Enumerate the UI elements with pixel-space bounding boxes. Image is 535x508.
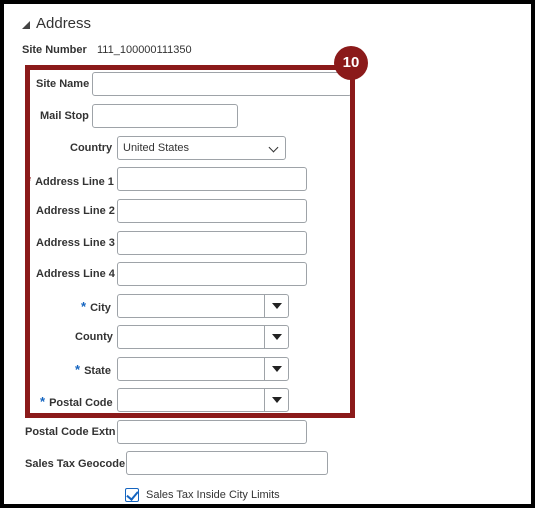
- mail-stop-input[interactable]: [92, 104, 238, 128]
- address-line-3-label: Address Line 3: [36, 237, 115, 249]
- required-marker: *: [75, 362, 81, 377]
- required-marker: *: [81, 299, 87, 314]
- callout-badge: 10: [334, 46, 368, 80]
- sales-tax-geocode-input[interactable]: [126, 451, 328, 475]
- city-label: * City: [81, 299, 111, 314]
- required-marker: *: [40, 394, 46, 409]
- state-label: * State: [75, 362, 111, 377]
- address-line-2-input[interactable]: [117, 199, 307, 223]
- mail-stop-label: Mail Stop: [40, 110, 89, 122]
- section-header-address[interactable]: Address: [22, 15, 91, 32]
- country-selected-value: United States: [123, 142, 190, 154]
- sales-tax-inside-city-limits-label: Sales Tax Inside City Limits: [146, 489, 280, 501]
- site-number-label: Site Number: [22, 44, 87, 56]
- postal-code-combobox[interactable]: [117, 388, 289, 412]
- sales-tax-geocode-label: Sales Tax Geocode: [25, 458, 126, 470]
- dropdown-arrow-icon[interactable]: [264, 389, 288, 411]
- address-line-1-input[interactable]: [117, 167, 307, 191]
- address-panel: Address Site Number 111_100000111350 Sit…: [0, 0, 535, 508]
- county-label: County: [75, 331, 113, 343]
- required-marker: *: [26, 173, 32, 188]
- site-number-value: 111_100000111350: [97, 44, 192, 56]
- dropdown-arrow-icon[interactable]: [264, 295, 288, 317]
- dropdown-arrow-icon[interactable]: [264, 358, 288, 380]
- address-line-2-label: Address Line 2: [36, 205, 115, 217]
- country-label: Country: [70, 142, 113, 154]
- sales-tax-inside-city-limits-checkbox[interactable]: [125, 488, 139, 502]
- address-line-3-input[interactable]: [117, 231, 307, 255]
- country-select[interactable]: United States: [117, 136, 286, 160]
- dropdown-arrow-icon[interactable]: [264, 326, 288, 348]
- postal-code-extn-label: Postal Code Extn: [25, 426, 116, 438]
- city-combobox[interactable]: [117, 294, 289, 318]
- postal-code-label: * Postal Code: [40, 394, 113, 409]
- section-title: Address: [36, 15, 92, 32]
- chevron-down-icon: [268, 142, 279, 153]
- address-line-1-label: * Address Line 1: [26, 173, 114, 188]
- postal-code-extn-input[interactable]: [117, 420, 307, 444]
- site-name-label: Site Name: [36, 78, 90, 90]
- collapse-triangle-icon[interactable]: [22, 20, 30, 29]
- state-combobox[interactable]: [117, 357, 289, 381]
- site-name-input[interactable]: [92, 72, 352, 96]
- county-combobox[interactable]: [117, 325, 289, 349]
- address-line-4-label: Address Line 4: [36, 268, 115, 280]
- address-line-4-input[interactable]: [117, 262, 307, 286]
